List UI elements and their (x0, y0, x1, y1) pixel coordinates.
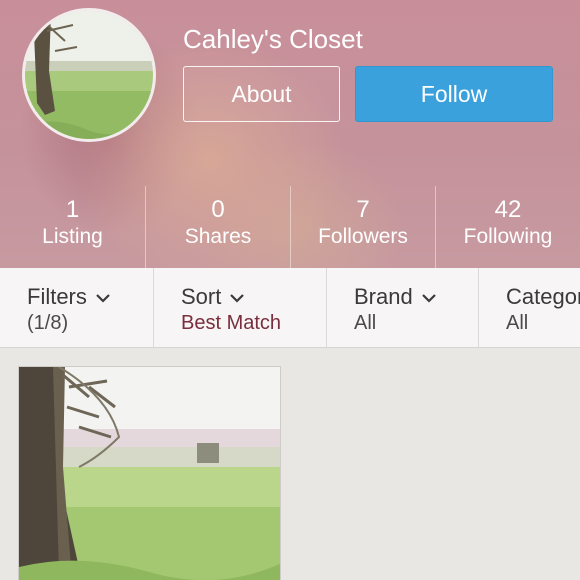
stat-label: Following (463, 225, 553, 248)
filters-label-text: Filters (27, 284, 87, 309)
chevron-down-icon (421, 294, 436, 303)
sort-dropdown[interactable]: Sort Best Match (153, 268, 326, 347)
chevron-down-icon (230, 294, 245, 303)
stat-followers[interactable]: 7 Followers (290, 186, 435, 268)
filters-value: (1/8) (27, 312, 69, 334)
filter-label: Category (506, 284, 580, 310)
stat-label: Shares (184, 225, 252, 248)
stat-following[interactable]: 42 Following (435, 186, 580, 268)
filters-dropdown[interactable]: Filters (1/8) (0, 268, 153, 347)
profile-stats: 1 Listing 0 Shares 7 Followers 42 Follow… (0, 186, 580, 268)
follow-button[interactable]: Follow (355, 66, 553, 122)
stat-label: Listing (42, 225, 103, 248)
profile-header: Cahley's Closet About Follow 1 Listing 0… (0, 0, 580, 268)
sort-value: Best Match (181, 312, 282, 334)
listing-grid (0, 348, 580, 580)
category-dropdown[interactable]: Category All (478, 268, 580, 347)
category-value: All (506, 312, 529, 334)
brand-dropdown[interactable]: Brand All (326, 268, 478, 347)
brand-label-text: Brand (354, 284, 413, 309)
category-label-text: Category (506, 284, 580, 309)
stat-count: 7 (356, 196, 370, 223)
stat-count: 0 (211, 196, 225, 223)
stat-count: 1 (65, 196, 80, 223)
filter-label: Filters (27, 284, 111, 310)
about-button[interactable]: About (183, 66, 340, 122)
chevron-down-icon (96, 294, 110, 303)
brand-value: All (354, 312, 377, 334)
stat-count: 42 (494, 196, 522, 223)
filter-label: Sort (181, 284, 245, 310)
stat-label: Followers (318, 225, 408, 248)
sort-label-text: Sort (181, 284, 222, 309)
avatar[interactable] (22, 8, 156, 142)
filter-bar: Filters (1/8) Sort Best Match Brand All … (0, 268, 580, 348)
listing-photo (19, 367, 280, 580)
stat-listings[interactable]: 1 Listing (0, 186, 145, 268)
stat-shares[interactable]: 0 Shares (145, 186, 290, 268)
closet-name: Cahley's Closet (183, 24, 363, 54)
avatar-photo (25, 11, 153, 139)
filter-label: Brand (354, 284, 437, 310)
listing-tile[interactable] (18, 366, 281, 580)
